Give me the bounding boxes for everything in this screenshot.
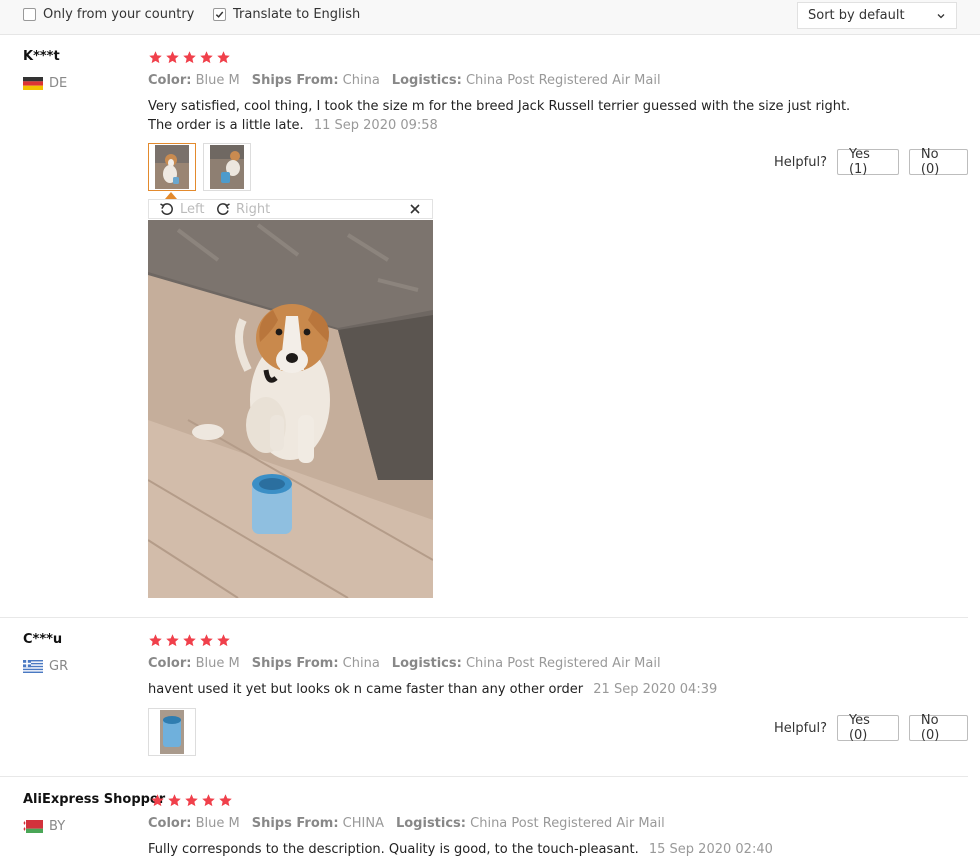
star-icon — [183, 51, 196, 64]
star-icon — [166, 634, 179, 647]
review-text: Very satisfied, cool thing, I took the s… — [148, 97, 878, 135]
checkbox-checked-icon[interactable] — [213, 8, 226, 21]
star-icon — [149, 634, 162, 647]
country-code: BY — [49, 819, 66, 834]
helpful-voting: Helpful? Yes (0) No (0) — [774, 713, 968, 743]
reviewer-country: BY — [23, 819, 65, 834]
only-country-checkbox[interactable]: Only from your country — [23, 7, 194, 22]
logistics-label: Logistics: — [391, 656, 462, 671]
star-icon — [219, 794, 232, 807]
purchase-attributes: Color: Blue M Ships From: CHINA Logistics:… — [148, 816, 665, 831]
logistics-value: China Post Registered Air Mail — [465, 73, 661, 88]
review-item: K***t DE Color: Blue M Ships From: China L… — [0, 35, 968, 618]
helpful-no-button[interactable]: No (0) — [908, 147, 968, 177]
ships-from-label: Ships From: — [251, 73, 339, 88]
close-icon[interactable] — [408, 202, 422, 216]
star-icon — [183, 634, 196, 647]
review-photo-thumbnail[interactable] — [148, 143, 196, 191]
logistics-value: China Post Registered Air Mail — [465, 656, 661, 671]
helpful-voting: Helpful? Yes (1) No (0) — [774, 147, 968, 177]
color-label: Color: — [148, 656, 192, 671]
star-icon — [200, 51, 213, 64]
flag-gr-icon — [23, 660, 43, 673]
country-code: DE — [49, 76, 68, 91]
rotate-right-label: Right — [236, 201, 271, 217]
logistics-label: Logistics: — [391, 73, 462, 88]
only-country-label: Only from your country — [43, 7, 195, 22]
star-rating — [150, 793, 233, 808]
reviewer-name: K***t — [23, 49, 60, 64]
dog-photo-thumbnail-image — [149, 144, 195, 190]
star-icon — [185, 794, 198, 807]
review-item: AliExpress Shopper BY Color: Blue M Ships… — [0, 778, 968, 868]
purchase-attributes: Color: Blue M Ships From: China Logistics:… — [148, 73, 661, 88]
review-text: havent used it yet but looks ok n came f… — [148, 680, 878, 699]
rotate-left-button[interactable]: Left — [159, 201, 204, 217]
logistics-value: China Post Registered Air Mail — [470, 816, 665, 831]
color-value: Blue M — [195, 816, 240, 831]
helpful-no-button[interactable]: No (0) — [908, 713, 968, 743]
color-label: Color: — [148, 816, 192, 831]
helpful-label: Helpful? — [774, 720, 827, 736]
translate-checkbox[interactable]: Translate to English — [213, 7, 360, 22]
rotate-left-icon — [160, 203, 173, 215]
translate-label: Translate to English — [233, 7, 361, 22]
ships-from-value: China — [342, 73, 380, 88]
ships-from-label: Ships From: — [251, 656, 339, 671]
color-value: Blue M — [195, 656, 240, 671]
review-photo-thumbnail[interactable] — [148, 708, 196, 756]
color-label: Color: — [148, 73, 192, 88]
dog-photo-image — [148, 220, 433, 598]
color-value: Blue M — [195, 73, 240, 88]
review-date: 11 Sep 2020 09:58 — [313, 118, 438, 133]
star-rating — [148, 50, 231, 65]
viewer-pointer — [165, 192, 177, 199]
flag-de-icon — [23, 77, 43, 90]
reviewer-name: C***u — [23, 632, 63, 647]
star-icon — [202, 794, 215, 807]
review-body: havent used it yet but looks ok n came f… — [148, 682, 584, 697]
purchase-attributes: Color: Blue M Ships From: China Logistics:… — [148, 656, 661, 671]
reviewer-country: GR — [23, 659, 68, 674]
flag-by-icon — [23, 820, 43, 833]
star-icon — [151, 794, 164, 807]
star-icon — [217, 634, 230, 647]
ships-from-value: CHINA — [342, 816, 384, 831]
review-item: C***u GR Color: Blue M Ships From: China L… — [0, 618, 968, 777]
review-body: Fully corresponds to the description. Qu… — [148, 842, 639, 857]
helpful-label: Helpful? — [774, 154, 827, 170]
cup-photo-thumbnail-image — [149, 709, 195, 755]
ships-from-label: Ships From: — [251, 816, 339, 831]
review-date: 21 Sep 2020 04:39 — [593, 682, 718, 697]
star-rating — [148, 633, 231, 648]
reviewer-country: DE — [23, 76, 67, 91]
review-date: 15 Sep 2020 02:40 — [648, 842, 773, 857]
helpful-yes-button[interactable]: Yes (1) — [836, 147, 899, 177]
country-code: GR — [49, 659, 69, 674]
rotate-right-button[interactable]: Right — [215, 201, 270, 217]
helpful-yes-button[interactable]: Yes (0) — [836, 713, 899, 743]
review-photo-thumbnail[interactable] — [203, 143, 251, 191]
image-viewer-toolbar: Left Right — [148, 199, 433, 219]
rotate-right-icon — [217, 203, 230, 215]
logistics-label: Logistics: — [395, 816, 466, 831]
star-icon — [168, 794, 181, 807]
chevron-down-icon — [937, 14, 945, 19]
filter-bar: Only from your country Translate to Engl… — [0, 0, 980, 35]
sort-selected-value: Sort by default — [808, 8, 905, 23]
ships-from-value: China — [342, 656, 380, 671]
sort-select[interactable]: Sort by default — [797, 2, 957, 29]
dog-photo-thumbnail-image — [204, 144, 250, 190]
review-body: Very satisfied, cool thing, I took the s… — [148, 99, 851, 133]
star-icon — [166, 51, 179, 64]
review-photo-large — [148, 220, 433, 598]
rotate-left-label: Left — [180, 201, 205, 217]
star-icon — [200, 634, 213, 647]
reviewer-name: AliExpress Shopper — [23, 792, 166, 807]
review-text: Fully corresponds to the description. Qu… — [148, 840, 878, 859]
star-icon — [149, 51, 162, 64]
checkbox-unchecked-icon[interactable] — [23, 8, 36, 21]
star-icon — [217, 51, 230, 64]
